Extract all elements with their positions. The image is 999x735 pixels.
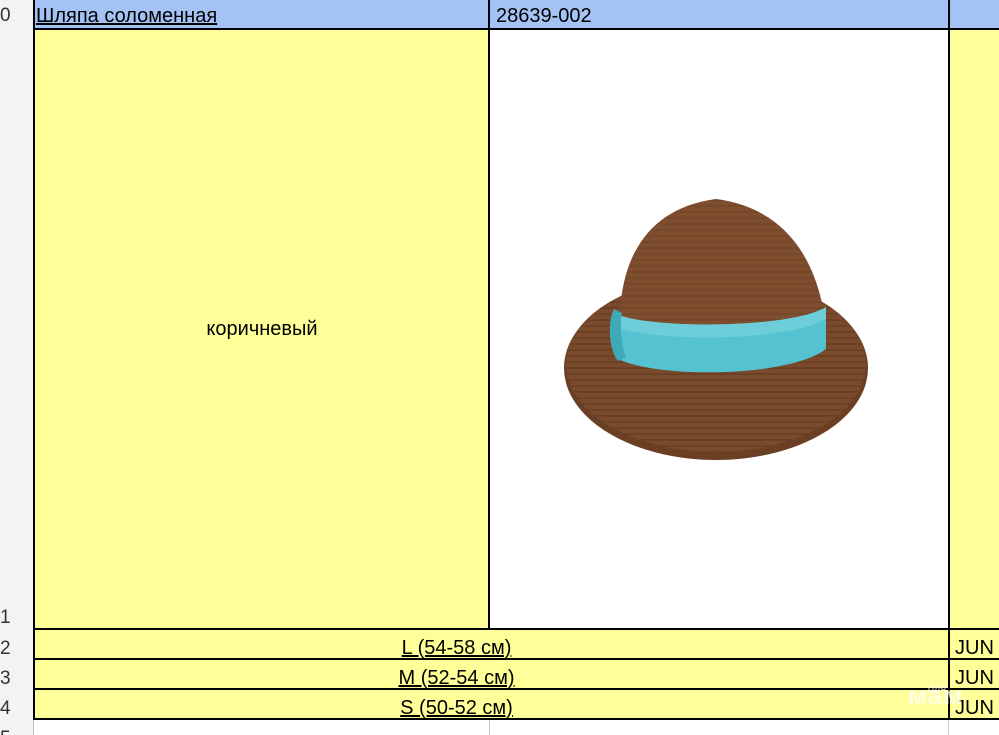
code-cell-l[interactable]: JUN — [949, 629, 999, 659]
border-line — [34, 718, 999, 720]
border-line — [33, 0, 35, 720]
image-cell[interactable] — [490, 29, 949, 629]
grid-line — [948, 719, 949, 735]
extra-cell-row1[interactable] — [949, 29, 999, 629]
hat-photo — [564, 199, 868, 460]
size-cell-s[interactable]: S (50-52 см) — [34, 689, 949, 719]
border-line — [34, 28, 999, 30]
border-line — [34, 628, 999, 630]
color-value: коричневый — [206, 317, 318, 340]
row-number-3[interactable]: 3 — [0, 669, 10, 688]
row-number-1[interactable]: 1 — [0, 608, 10, 627]
row-number-0[interactable]: 0 — [0, 6, 10, 25]
border-line — [34, 688, 999, 690]
grid-line — [489, 719, 490, 735]
row-number-2[interactable]: 2 — [0, 639, 10, 658]
border-line — [488, 0, 490, 630]
border-line — [34, 658, 999, 660]
spreadsheet-view: 0 1 2 3 4 5 Шляпа соломенная 28639-002 к… — [0, 0, 999, 735]
row-number-5[interactable]: 5 — [0, 729, 10, 735]
border-line — [948, 0, 950, 720]
size-cell-l[interactable]: L (54-58 см) — [34, 629, 949, 659]
product-name-cell[interactable]: Шляпа соломенная — [34, 0, 490, 29]
header-extra-cell[interactable] — [949, 0, 999, 29]
empty-row-5[interactable] — [34, 719, 999, 735]
article-cell[interactable]: 28639-002 — [490, 0, 949, 29]
color-cell[interactable]: коричневый — [34, 29, 490, 629]
row-number-4[interactable]: 4 — [0, 699, 10, 718]
watermark-logo: мам — [908, 680, 964, 710]
size-cell-m[interactable]: M (52-54 см) — [34, 659, 949, 689]
